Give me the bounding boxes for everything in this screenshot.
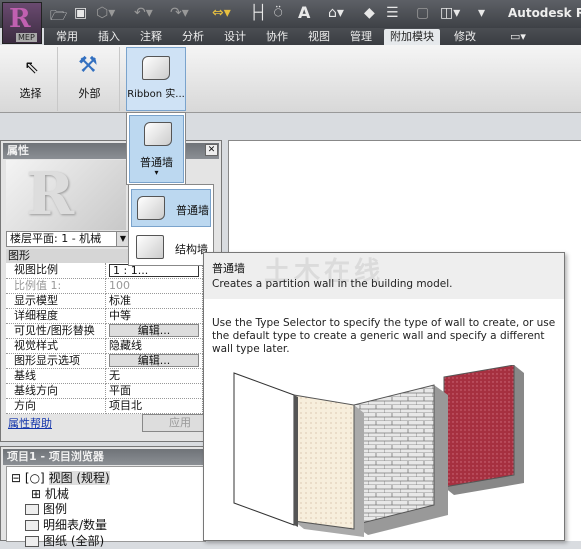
3d-view-icon[interactable]: ⌂▾ [328,5,344,21]
display-model-value[interactable]: 标准 [105,293,203,309]
revit-logo: R [9,4,31,34]
tab-view[interactable]: 视图 [302,29,336,45]
external-tools-button[interactable]: ⚒ 外部 [60,47,120,111]
dimension-icon[interactable]: ├┤ [250,5,267,21]
application-menu-button[interactable]: R MEP [2,2,42,44]
close-hidden-icon[interactable]: ▢ [416,5,429,21]
tooltip-title: 普通墙 [212,262,245,275]
menu-item-structural-wall[interactable]: 结构墙 [131,229,211,267]
table-row: 可见性/图形替换 编辑... [6,323,203,339]
ribbon-panel: ⇖ 选择 ⚒ 外部 Ribbon 实... [0,45,581,113]
section-icon[interactable]: ◆ [364,5,375,21]
ribbon-options-icon[interactable]: ▭▾ [504,29,532,45]
table-row: 详细程度 中等 [6,308,203,324]
ribbon-tabs: 常用 插入 注释 分析 设计 协作 视图 管理 附加模块 修改 ▭▾ [44,28,581,45]
app-title: Autodesk Re [508,6,581,20]
project-browser-title: 项目1 - 项目浏览器 [3,449,219,465]
tooltip-description: Use the Type Selector to specify the typ… [212,317,556,355]
table-row: 基线方向 平面 [6,383,203,399]
open-icon[interactable]: 🗁 [50,5,67,29]
cursor-icon: ⇖ [24,57,40,78]
wall-slab-generic [233,372,298,527]
underlay-value[interactable]: 无 [105,368,203,384]
table-row: 图形显示选项 编辑... [6,353,203,369]
vg-edit-button[interactable]: 编辑... [109,324,199,337]
undo-icon[interactable]: ↶▾ [134,5,153,21]
tab-analyze[interactable]: 分析 [176,29,210,45]
table-row: 视觉样式 隐藏线 [6,338,203,354]
project-browser: 项目1 - 项目浏览器 ⊟ [○] 视图 (规程) ⊞ 机械 图例 明细表/数量… [0,446,222,548]
collapse-icon[interactable]: ⊟ [11,471,21,485]
tooltip: 土木在线 普通墙 Creates a partition wall in the… [203,252,565,541]
title-bar: 🗁 ▣ ⬡▾ ↶▾ ↷▾ ⇔▾ ├┤ ⍥ A ⌂▾ ◆ ☰ ▢ ◫▾ ▾ Aut… [0,0,581,28]
wall-icon [137,196,165,220]
customize-qa-icon[interactable]: ▾ [478,5,485,21]
switch-windows-icon[interactable]: ◫▾ [440,5,460,21]
tree-node-schedules[interactable]: 明细表/数量 [25,516,107,533]
wall-slab-red [443,365,524,495]
expand-icon[interactable]: ⊞ [31,487,41,501]
browser-tree: ⊟ [○] 视图 (规程) ⊞ 机械 图例 明细表/数量 图纸 (全部) [6,466,206,548]
wall-icon [142,56,170,80]
thin-lines-icon[interactable]: ☰ [386,5,399,21]
measure-icon[interactable]: ⇔▾ [212,5,231,21]
tools-icon: ⚒ [78,53,98,78]
tab-addins[interactable]: 附加模块 [384,29,440,45]
visual-style-value[interactable]: 隐藏线 [105,338,203,354]
type-selector[interactable]: 楼层平面: 1 - 机械 [6,231,129,247]
table-row: 方向 项目北 [6,398,203,414]
ribbon-sample-button[interactable]: Ribbon 实... [126,47,186,111]
wall-icon [144,122,172,146]
views-icon: [○] [24,471,45,485]
underlay-orientation-value[interactable]: 平面 [105,383,203,399]
sheet-icon [25,536,39,547]
tab-architect[interactable]: 设计 [218,29,252,45]
wall-types-illustration [233,365,524,537]
type-preview-image: R [6,160,126,230]
tab-collaborate[interactable]: 协作 [260,29,294,45]
properties-title: 属性 [3,143,219,159]
sync-icon[interactable]: ⬡▾ [96,5,115,21]
close-icon[interactable]: ✕ [205,144,218,156]
generic-wall-split-button[interactable]: 普通墙 ▾ [129,115,184,183]
tab-modify[interactable]: 修改 [448,29,482,45]
legend-icon [25,504,39,515]
tab-insert[interactable]: 插入 [92,29,126,45]
select-button[interactable]: ⇖ 选择 [4,47,58,111]
wall-slab-stucco [293,394,364,537]
tab-home[interactable]: 常用 [50,29,84,45]
table-row: 基线无 [6,368,203,384]
tag-icon[interactable]: ⍥ [274,5,282,21]
text-icon[interactable]: A [298,3,310,22]
wall-slab-brick [353,384,448,535]
menu-item-generic-wall[interactable]: 普通墙 [131,189,211,227]
graphic-display-edit-button[interactable]: 编辑... [109,354,199,367]
wall-flyout-menu: 普通墙 结构墙 [128,184,214,266]
redo-icon[interactable]: ↷▾ [170,5,189,21]
schedule-icon [25,520,39,531]
table-row: 显示模型 标准 [6,293,203,309]
detail-level-value[interactable]: 中等 [105,308,203,324]
chevron-down-icon[interactable]: ▾ [130,168,183,177]
tooltip-summary: Creates a partition wall in the building… [212,278,453,290]
save-icon[interactable]: ▣ [74,5,87,21]
tree-node-views[interactable]: ⊟ [○] 视图 (规程) [11,469,110,486]
orientation-value[interactable]: 项目北 [105,398,203,414]
properties-help-link[interactable]: 属性帮助 [8,415,52,431]
tree-node-legends[interactable]: 图例 [25,500,67,517]
table-row: 比例值 1: 100 [6,278,203,294]
split-button-dropdown: 普通墙 ▾ [126,112,186,185]
properties-table: 视图比例 1 : 1... 比例值 1: 100 显示模型 标准 详细程度 中等 可见性… [6,263,203,414]
structural-wall-icon [136,235,164,259]
tab-manage[interactable]: 管理 [344,29,378,45]
mep-badge: MEP [16,33,37,42]
tab-annotate[interactable]: 注释 [134,29,168,45]
